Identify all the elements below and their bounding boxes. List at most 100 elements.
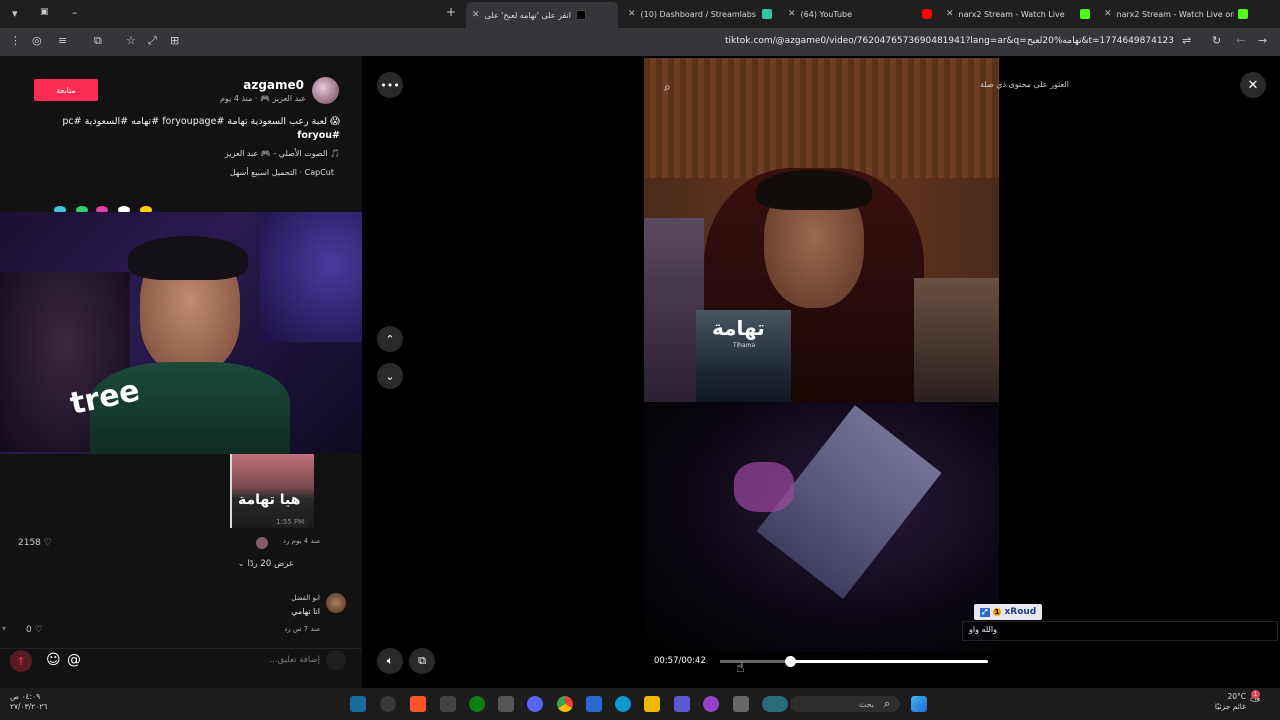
capcut-link[interactable]: CapCut · التحميل اسبيع أسهل (230, 168, 334, 177)
tab-youtube[interactable]: ✕ (64) YouTube (788, 4, 918, 24)
mention-icon[interactable]: @ (67, 652, 81, 668)
obs-icon[interactable] (380, 696, 396, 712)
reply-meta[interactable]: منذ 4 يوم رد (283, 537, 320, 545)
edge-icon[interactable] (615, 696, 631, 712)
close-icon[interactable]: ✕ (788, 9, 796, 19)
progress-knob[interactable] (784, 656, 796, 667)
related-search-overlay[interactable]: العثور على محتوى ذي صلة (980, 80, 1069, 89)
tab-tiktok[interactable]: ✕ انقر على 'تهامه لعبح' على (466, 2, 618, 28)
minimize-icon[interactable]: – (72, 6, 78, 19)
heart-icon[interactable]: ♡ (44, 538, 52, 548)
close-icon[interactable]: ✕ (472, 10, 480, 20)
mouse-cursor-icon: ☝︎ (736, 660, 745, 676)
tab-title: narx2 Stream - Watch Live (958, 9, 1065, 19)
chrome-icon[interactable] (557, 696, 573, 712)
taskbar-clock[interactable]: ٠٤:٠٩ ص ٢٧/٠٣/٢٠٢٦ (10, 692, 47, 712)
album-title: تهامة (712, 316, 765, 340)
new-tab-icon[interactable]: + (446, 5, 456, 19)
album-subtitle: Tihama (733, 342, 756, 349)
picture-in-picture-icon[interactable]: ⧉ (409, 648, 435, 674)
tab-kick-2[interactable]: ✕ narx2 Stream - Watch Live on K (1104, 4, 1234, 24)
more-options-icon[interactable]: ••• (377, 72, 403, 98)
xbox-icon[interactable] (469, 696, 485, 712)
weather-widget[interactable]: 20°C غائم جزئيًا (1215, 692, 1246, 712)
comment-author[interactable]: ابو الفضل (291, 594, 320, 602)
reload-icon[interactable]: ↻ (1212, 34, 1221, 47)
progress-fill (720, 660, 790, 663)
notification-badge: 1 (1251, 690, 1260, 699)
address-bar[interactable]: tiktok.com/@azgame0/video/76204765736904… (725, 36, 1174, 46)
search-icon: ⌕ (884, 697, 891, 710)
clock-date: ٢٧/٠٣/٢٠٢٦ (10, 702, 48, 711)
search-icon[interactable]: ⌕ (664, 80, 671, 95)
clock-time: ٠٤:٠٩ ص (10, 692, 41, 701)
forward-icon[interactable]: ← (1236, 34, 1245, 47)
chevron-up-icon[interactable]: ⌃ (377, 326, 403, 352)
menu-icon[interactable]: ⋮ (10, 34, 21, 47)
badge-icon: ⤢ (980, 607, 990, 617)
discord-icon[interactable] (527, 696, 543, 712)
avatar (326, 650, 346, 670)
reply-meta[interactable]: منذ 7 س رد (284, 625, 320, 633)
close-icon[interactable]: ✕ (628, 9, 636, 19)
avatar[interactable] (312, 77, 339, 104)
steam-icon[interactable] (350, 696, 366, 712)
caption-line-2[interactable]: #foryou (60, 129, 340, 143)
comment-text: انا تهامي (291, 607, 320, 616)
like-count[interactable]: 0 ♡ (26, 625, 43, 635)
tab-streamlabs[interactable]: ✕ (10) Dashboard / Streamlabs (628, 4, 756, 24)
teams-icon[interactable] (674, 696, 690, 712)
avatar[interactable] (256, 537, 268, 549)
post-arrow-icon[interactable]: ↑ (10, 650, 32, 672)
install-icon[interactable]: ⧉ (94, 34, 102, 48)
copilot-icon[interactable] (703, 696, 719, 712)
site-settings-icon[interactable]: ⇌ (1182, 34, 1191, 47)
close-icon[interactable]: ✕ (1240, 72, 1266, 98)
weather-desc: غائم جزئيًا (1214, 702, 1246, 711)
tune-icon[interactable]: ≡ (58, 34, 67, 47)
screenshot-icon[interactable]: ⤢ (148, 34, 157, 48)
capcut-icon[interactable] (440, 696, 456, 712)
emoji-icon[interactable]: ☺ (46, 652, 61, 668)
taskview-icon[interactable] (733, 696, 749, 712)
chevron-down-icon: ⌄ (237, 559, 245, 569)
taskbar (0, 688, 1280, 720)
pin-icon[interactable]: ▣ (40, 7, 49, 17)
scroll-down-icon[interactable]: ▾ (2, 624, 6, 633)
like-count[interactable]: 2158 ♡ (18, 538, 52, 548)
store-icon[interactable] (586, 696, 602, 712)
playback-time: 00:57/00:42 (654, 656, 706, 666)
windows-start-icon[interactable] (911, 696, 927, 712)
video-lower-area (644, 402, 999, 652)
post-caption: 😱 لعبة رعب السعودية تهامة #foryoupage #ت… (60, 115, 340, 143)
tab-kick-1[interactable]: ✕ narx2 Stream - Watch Live (946, 4, 1072, 24)
chevron-down-icon[interactable]: ⌄ (377, 363, 403, 389)
star-icon[interactable]: ☆ (126, 34, 136, 47)
tab-title: انقر على 'تهامه لعبح' على (484, 10, 572, 20)
tab-search-icon[interactable]: ▾ (12, 7, 18, 20)
username[interactable]: azgame0 (243, 78, 304, 92)
avatar[interactable] (326, 593, 346, 613)
chat-username-badge: ⤢ 1 xRoud (974, 604, 1043, 620)
close-icon[interactable]: ✕ (946, 9, 954, 19)
tab-title: (10) Dashboard / Streamlabs (640, 9, 756, 19)
folder-icon[interactable] (644, 696, 660, 712)
follow-button[interactable]: متابعة (34, 79, 98, 101)
comment-image-time: 1:55 PM (272, 517, 309, 527)
heart-icon[interactable]: ♡ (35, 625, 43, 635)
extension-icon[interactable]: ◎ (32, 34, 42, 47)
back-icon[interactable]: → (1258, 34, 1267, 47)
app-icon[interactable] (498, 696, 514, 712)
kick-icon (1238, 9, 1248, 19)
close-icon[interactable]: ✕ (1104, 9, 1112, 19)
brave-icon[interactable] (410, 696, 426, 712)
music-info[interactable]: 🎵 الصوت الأصلي - 🎮 عبد العزيز (225, 149, 340, 158)
volume-icon[interactable]: 🔈︎ (377, 648, 403, 674)
post-meta: عبد العزيز 🎮 · منذ 4 يوم (219, 94, 306, 103)
caption-line-1: 😱 لعبة رعب السعودية تهامة #foryoupage #ت… (62, 116, 340, 127)
chat-username: xRoud (1004, 607, 1037, 617)
translate-icon[interactable]: ⊞ (170, 34, 179, 47)
tab-title: narx2 Stream - Watch Live on K (1116, 9, 1234, 19)
comment-input[interactable]: إضافة تعليق... (269, 655, 320, 665)
view-replies-button[interactable]: عرض 20 ردًا ⌄ (238, 559, 294, 569)
